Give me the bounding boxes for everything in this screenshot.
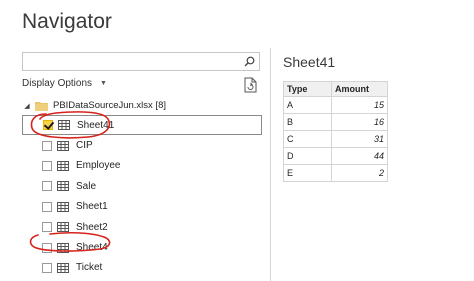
tree-item-sheet2[interactable]: Sheet2 <box>22 217 262 237</box>
cell-amount: 2 <box>331 164 388 182</box>
display-options-dropdown[interactable]: Display Options ▼ <box>22 78 107 89</box>
search-input[interactable] <box>22 52 260 71</box>
table-row: B 16 <box>283 113 388 131</box>
tree-item-label: Sale <box>76 180 97 192</box>
search-icon[interactable] <box>239 53 259 70</box>
pane-divider[interactable] <box>270 48 271 281</box>
column-header-type[interactable]: Type <box>283 81 332 97</box>
cell-amount: 16 <box>331 113 388 131</box>
table-row: D 44 <box>283 147 388 165</box>
table-icon <box>57 160 69 171</box>
table-row: A 15 <box>283 96 388 114</box>
cell-amount: 31 <box>331 130 388 148</box>
tree-item-sheet1[interactable]: Sheet1 <box>22 197 262 217</box>
table-icon <box>57 140 69 151</box>
tree-root-workbook[interactable]: ◢ PBIDataSourceJun.xlsx [8] <box>22 96 262 115</box>
employee-checkbox[interactable] <box>42 160 52 171</box>
refresh-file-icon[interactable] <box>244 77 258 93</box>
cell-type: B <box>283 113 332 131</box>
tree-item-label: Sheet4 <box>76 242 108 254</box>
cell-type: D <box>283 147 332 165</box>
table-icon <box>58 120 70 131</box>
table-row: E 2 <box>283 164 388 182</box>
table-icon <box>57 222 69 233</box>
tree-item-label: Sheet2 <box>76 221 108 233</box>
tree-item-sheet41[interactable]: Sheet41 <box>22 115 262 136</box>
tree-item-sale[interactable]: Sale <box>22 176 262 196</box>
folder-icon <box>35 101 48 111</box>
tree-item-label: Ticket <box>76 262 103 274</box>
cell-type: E <box>283 164 332 182</box>
table-icon <box>57 262 69 273</box>
sheet4-checkbox[interactable] <box>42 242 52 253</box>
window-title: Navigator <box>22 10 112 33</box>
sheet41-checkbox[interactable] <box>43 120 53 131</box>
ticket-checkbox[interactable] <box>42 262 52 273</box>
tree-item-sheet4[interactable]: Sheet4 <box>22 237 262 257</box>
table-icon <box>57 181 69 192</box>
tree-item-label: Employee <box>76 160 121 172</box>
sheet1-checkbox[interactable] <box>42 201 52 212</box>
tree-item-ticket[interactable]: Ticket <box>22 258 262 278</box>
table-header-row: Type Amount <box>283 81 388 97</box>
table-icon <box>57 201 69 212</box>
sale-checkbox[interactable] <box>42 181 52 192</box>
cell-type: C <box>283 130 332 148</box>
table-row: C 31 <box>283 130 388 148</box>
cip-checkbox[interactable] <box>42 140 52 151</box>
tree-item-cip[interactable]: CIP <box>22 135 262 155</box>
expand-triangle-icon[interactable]: ◢ <box>22 102 32 110</box>
tree-item-label: Sheet41 <box>77 119 115 131</box>
table-icon <box>57 242 69 253</box>
preview-table: Type Amount A 15 B 16 C 31 D 44 E 2 <box>283 81 388 182</box>
chevron-down-icon: ▼ <box>100 80 107 87</box>
tree-item-label: Sheet1 <box>76 201 108 213</box>
cell-amount: 44 <box>331 147 388 165</box>
navigator-tree: ◢ PBIDataSourceJun.xlsx [8] Sheet41 CIP … <box>22 96 262 278</box>
display-options-label: Display Options <box>22 78 93 89</box>
tree-root-label: PBIDataSourceJun.xlsx [8] <box>53 100 166 111</box>
sheet2-checkbox[interactable] <box>42 222 52 233</box>
tree-item-employee[interactable]: Employee <box>22 156 262 176</box>
cell-type: A <box>283 96 332 114</box>
preview-title: Sheet41 <box>283 54 336 70</box>
column-header-amount[interactable]: Amount <box>331 81 388 97</box>
cell-amount: 15 <box>331 96 388 114</box>
tree-item-label: CIP <box>76 140 93 152</box>
